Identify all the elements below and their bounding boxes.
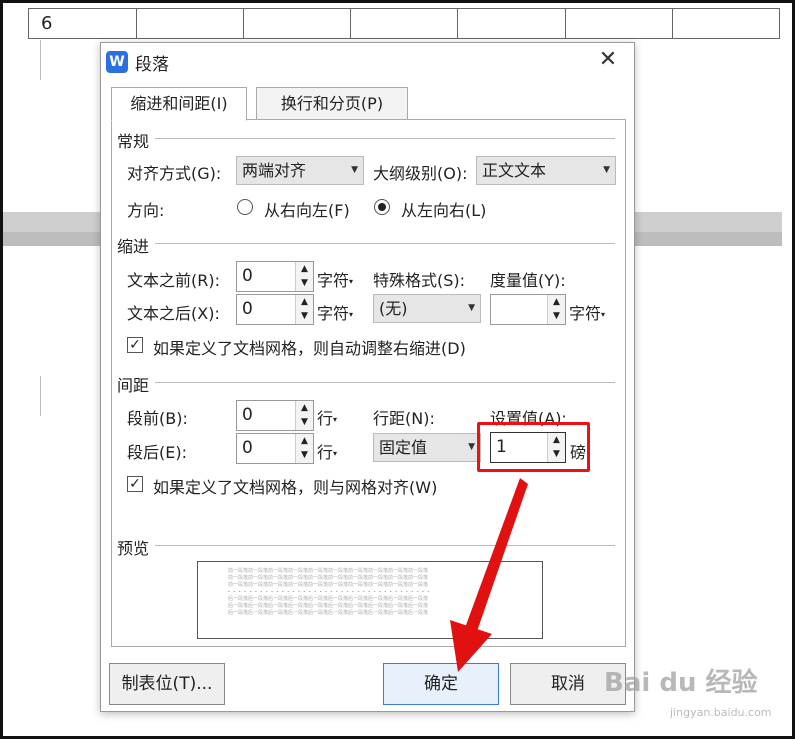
tab-indent-spacing[interactable]: 缩进和间距(I)	[111, 87, 247, 121]
arrow-head	[450, 620, 492, 672]
watermark-url: jingyan.baidu.com	[670, 706, 772, 719]
arrow-shaft	[462, 478, 528, 640]
watermark-logo: Bai du 经验	[604, 668, 758, 698]
